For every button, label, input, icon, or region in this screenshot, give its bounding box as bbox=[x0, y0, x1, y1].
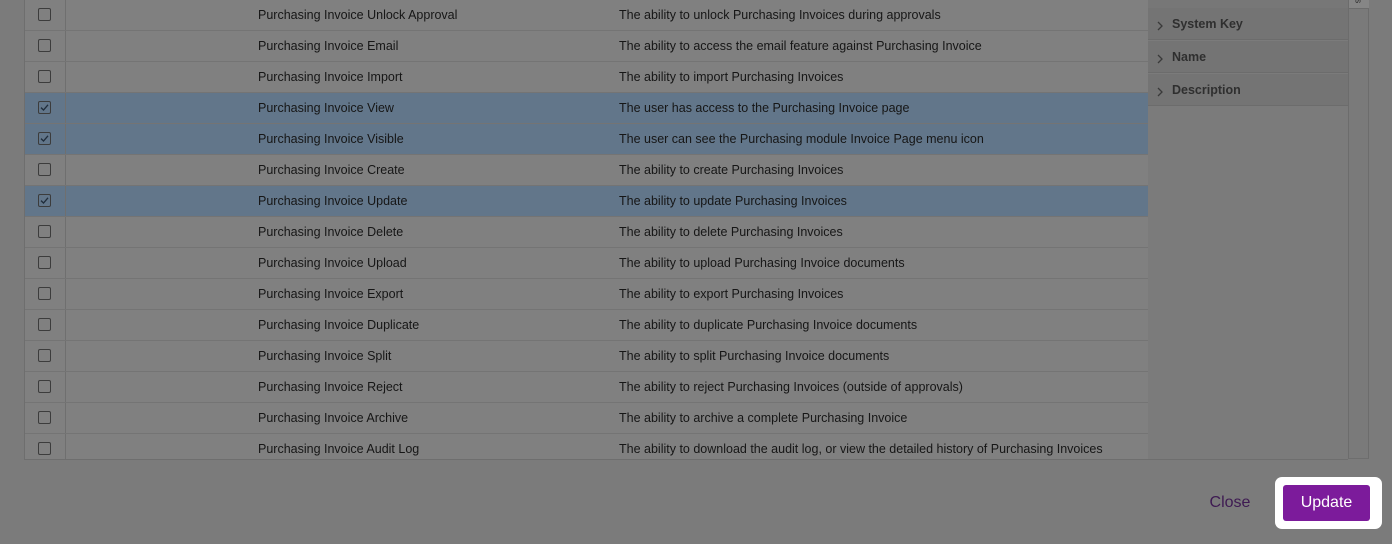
checkbox-cell bbox=[25, 341, 66, 371]
row-checkbox[interactable] bbox=[38, 318, 51, 331]
table-row[interactable]: Purchasing Invoice Audit Log The ability … bbox=[25, 434, 1149, 459]
permission-description-cell: The ability to create Purchasing Invoice… bbox=[619, 163, 844, 177]
checkbox-cell bbox=[25, 0, 66, 30]
permission-description-cell: The user can see the Purchasing module I… bbox=[619, 132, 984, 146]
checkbox-cell bbox=[25, 124, 66, 154]
chevron-right-icon[interactable] bbox=[1156, 18, 1164, 36]
columns-tool-tab-label: s bbox=[1353, 0, 1364, 4]
table-row[interactable]: Purchasing Invoice Unlock Approval The ab… bbox=[25, 0, 1149, 31]
permission-name-cell: Purchasing Invoice Update bbox=[258, 194, 408, 208]
permission-name-cell: Purchasing Invoice Delete bbox=[258, 225, 404, 239]
table-row[interactable]: Purchasing Invoice Update The ability to … bbox=[25, 186, 1149, 217]
row-checkbox[interactable] bbox=[38, 163, 51, 176]
permission-description-cell: The ability to update Purchasing Invoice… bbox=[619, 194, 847, 208]
table-row[interactable]: Purchasing Invoice Upload The ability to … bbox=[25, 248, 1149, 279]
checkbox-cell bbox=[25, 372, 66, 402]
permission-description-cell: The ability to archive a complete Purcha… bbox=[619, 411, 908, 425]
permission-name-cell: Purchasing Invoice Export bbox=[258, 287, 404, 301]
row-checkbox[interactable] bbox=[38, 349, 51, 362]
checkbox-cell bbox=[25, 217, 66, 247]
column-group-label: System Key bbox=[1172, 17, 1243, 31]
row-checkbox[interactable] bbox=[38, 380, 51, 393]
checkbox-cell bbox=[25, 155, 66, 185]
checkbox-cell bbox=[25, 310, 66, 340]
update-button[interactable]: Update bbox=[1283, 485, 1370, 521]
row-checkbox[interactable] bbox=[38, 194, 51, 207]
checkmark-icon bbox=[40, 197, 49, 204]
side-bar-rail: s bbox=[1348, 0, 1369, 459]
permission-description-cell: The ability to export Purchasing Invoice… bbox=[619, 287, 844, 301]
columns-tool-tab[interactable]: s bbox=[1349, 0, 1369, 9]
chevron-right-icon[interactable] bbox=[1156, 84, 1164, 102]
permission-description-cell: The ability to access the email feature … bbox=[619, 39, 982, 53]
row-checkbox[interactable] bbox=[38, 8, 51, 21]
permission-name-cell: Purchasing Invoice View bbox=[258, 101, 394, 115]
permission-name-cell: Purchasing Invoice Email bbox=[258, 39, 399, 53]
column-group-item[interactable]: System Key bbox=[1148, 8, 1348, 40]
table-row[interactable]: Purchasing Invoice Split The ability to s… bbox=[25, 341, 1149, 372]
permission-description-cell: The ability to download the audit log, o… bbox=[619, 442, 1103, 456]
column-group-item[interactable]: Description bbox=[1148, 74, 1348, 106]
checkmark-icon bbox=[40, 104, 49, 111]
permission-description-cell: The ability to duplicate Purchasing Invo… bbox=[619, 318, 918, 332]
table-row[interactable]: Purchasing Invoice Archive The ability to… bbox=[25, 403, 1149, 434]
row-checkbox[interactable] bbox=[38, 442, 51, 455]
permission-description-cell: The user has access to the Purchasing In… bbox=[619, 101, 910, 115]
close-button[interactable]: Close bbox=[1198, 487, 1262, 519]
row-checkbox[interactable] bbox=[38, 287, 51, 300]
permission-name-cell: Purchasing Invoice Upload bbox=[258, 256, 407, 270]
row-checkbox[interactable] bbox=[38, 132, 51, 145]
table-row[interactable]: Purchasing Invoice Visible The user can s… bbox=[25, 124, 1149, 155]
table-row[interactable]: Purchasing Invoice Email The ability to a… bbox=[25, 31, 1149, 62]
row-checkbox[interactable] bbox=[38, 411, 51, 424]
permission-name-cell: Purchasing Invoice Audit Log bbox=[258, 442, 420, 456]
table-row[interactable]: Purchasing Invoice Export The ability to … bbox=[25, 279, 1149, 310]
table-row[interactable]: Purchasing Invoice Create The ability to … bbox=[25, 155, 1149, 186]
row-checkbox[interactable] bbox=[38, 101, 51, 114]
permission-name-cell: Purchasing Invoice Archive bbox=[258, 411, 409, 425]
permission-name-cell: Purchasing Invoice Unlock Approval bbox=[258, 8, 458, 22]
checkbox-cell bbox=[25, 31, 66, 61]
permissions-grid: Purchasing Invoice Unlock Approval The ab… bbox=[24, 0, 1149, 460]
column-group-item[interactable]: Name bbox=[1148, 41, 1348, 73]
column-group-label: Description bbox=[1172, 83, 1241, 97]
permission-description-cell: The ability to reject Purchasing Invoice… bbox=[619, 380, 963, 394]
permission-name-cell: Purchasing Invoice Split bbox=[258, 349, 392, 363]
permission-description-cell: The ability to upload Purchasing Invoice… bbox=[619, 256, 905, 270]
table-row[interactable]: Purchasing Invoice Duplicate The ability … bbox=[25, 310, 1149, 341]
checkbox-cell bbox=[25, 434, 66, 459]
modal-page: Purchasing Invoice Unlock Approval The ab… bbox=[0, 0, 1392, 544]
table-row[interactable]: Purchasing Invoice View The user has acce… bbox=[25, 93, 1149, 124]
checkbox-cell bbox=[25, 186, 66, 216]
checkbox-cell bbox=[25, 403, 66, 433]
columns-side-panel: System Key Name Description bbox=[1148, 0, 1348, 460]
table-row[interactable]: Purchasing Invoice Import The ability to … bbox=[25, 62, 1149, 93]
checkbox-cell bbox=[25, 248, 66, 278]
table-row[interactable]: Purchasing Invoice Reject The ability to … bbox=[25, 372, 1149, 403]
checkbox-cell bbox=[25, 62, 66, 92]
table-row[interactable]: Purchasing Invoice Delete The ability to … bbox=[25, 217, 1149, 248]
row-checkbox[interactable] bbox=[38, 39, 51, 52]
row-checkbox[interactable] bbox=[38, 256, 51, 269]
row-checkbox[interactable] bbox=[38, 70, 51, 83]
permission-name-cell: Purchasing Invoice Import bbox=[258, 70, 403, 84]
permission-description-cell: The ability to split Purchasing Invoice … bbox=[619, 349, 890, 363]
permission-name-cell: Purchasing Invoice Visible bbox=[258, 132, 404, 146]
checkmark-icon bbox=[40, 135, 49, 142]
column-group-label: Name bbox=[1172, 50, 1207, 64]
permission-name-cell: Purchasing Invoice Reject bbox=[258, 380, 403, 394]
chevron-right-icon[interactable] bbox=[1156, 51, 1164, 69]
permission-description-cell: The ability to unlock Purchasing Invoice… bbox=[619, 8, 941, 22]
checkbox-cell bbox=[25, 93, 66, 123]
row-checkbox[interactable] bbox=[38, 225, 51, 238]
permission-name-cell: Purchasing Invoice Create bbox=[258, 163, 405, 177]
permission-name-cell: Purchasing Invoice Duplicate bbox=[258, 318, 420, 332]
permission-description-cell: The ability to import Purchasing Invoice… bbox=[619, 70, 844, 84]
checkbox-cell bbox=[25, 279, 66, 309]
permission-description-cell: The ability to delete Purchasing Invoice… bbox=[619, 225, 843, 239]
